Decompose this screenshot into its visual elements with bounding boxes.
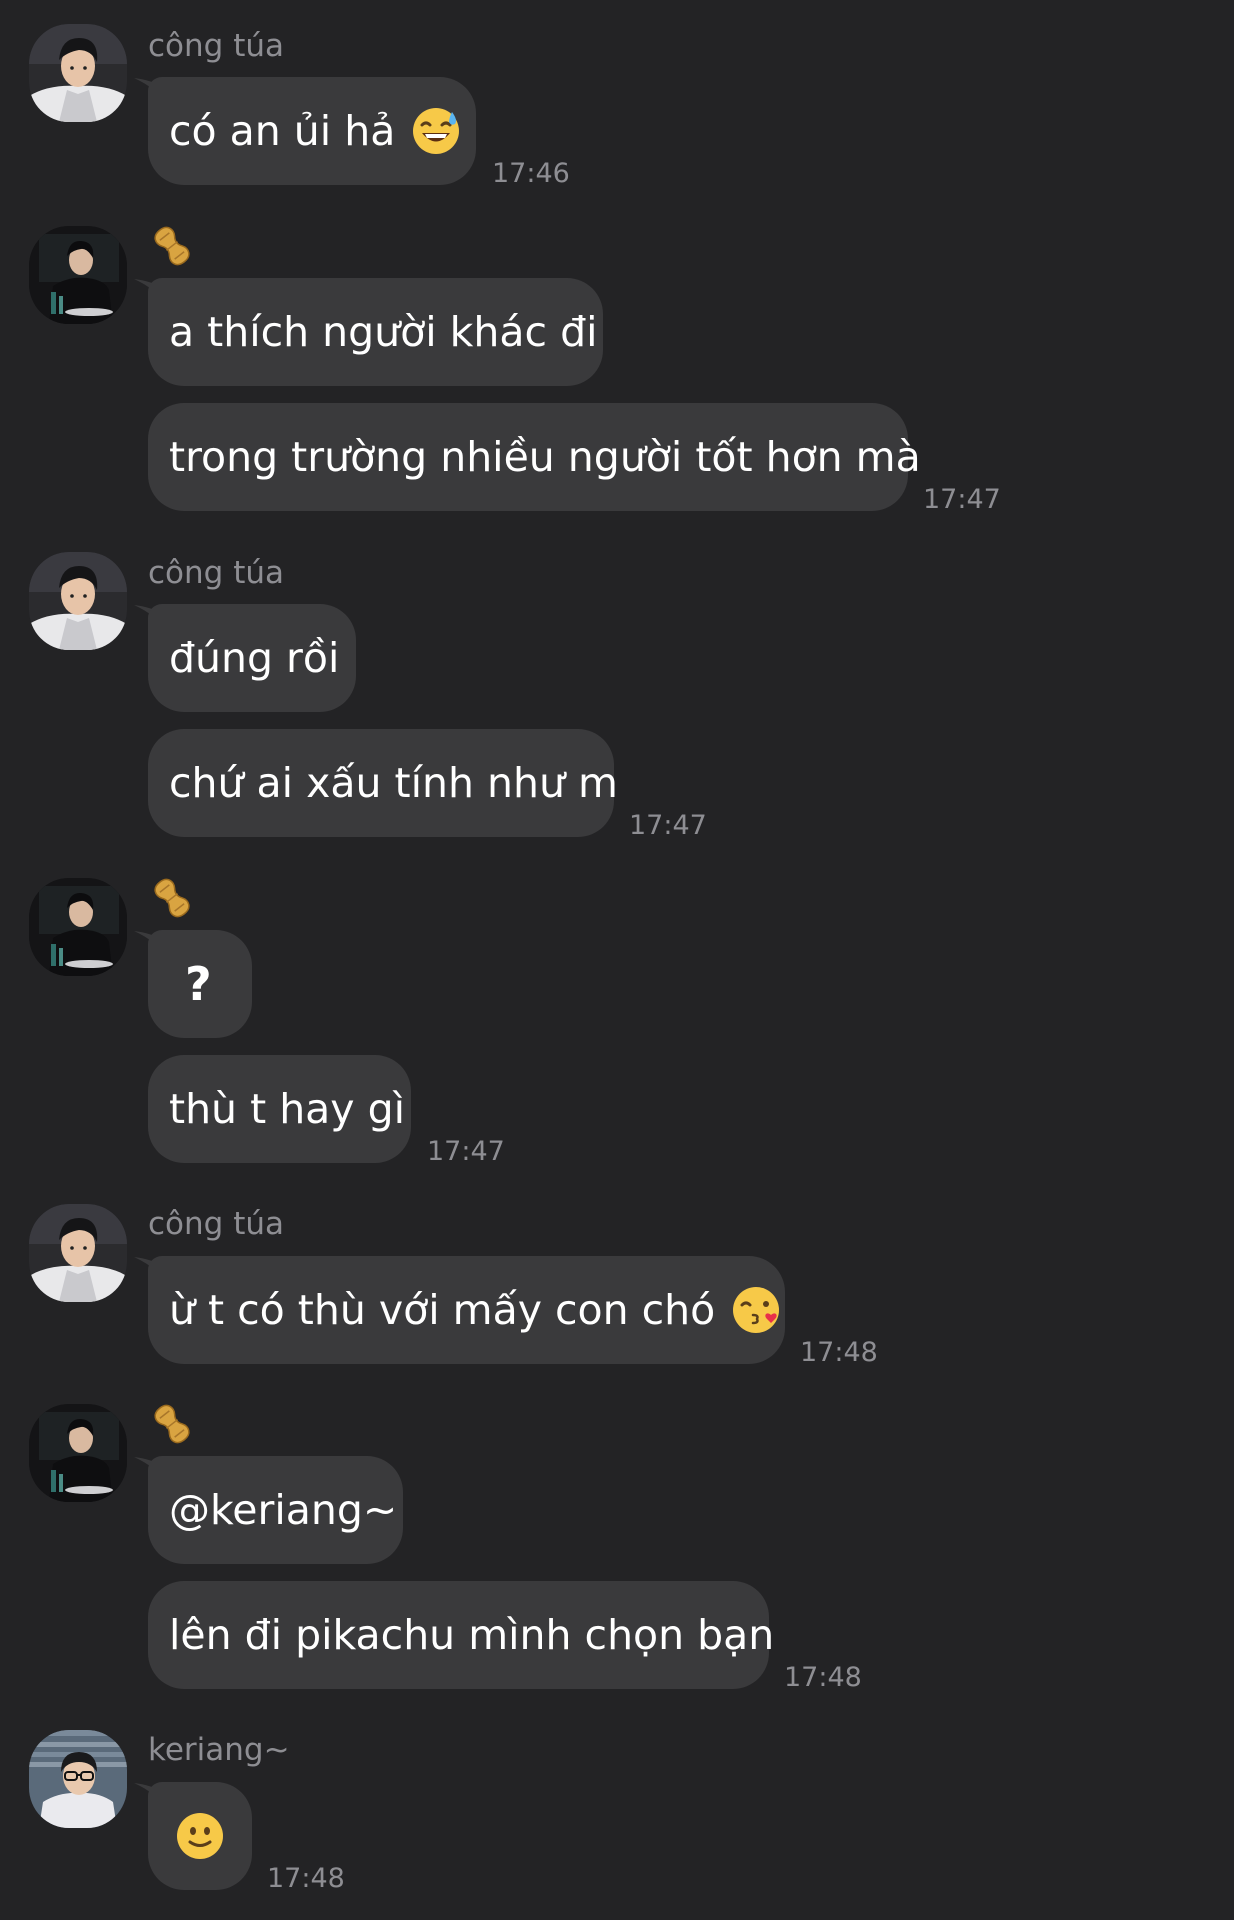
message-bubble[interactable]: lên đi pikachu mình chọn bạn	[148, 1581, 774, 1689]
message-bubble[interactable]: có an ủi hả	[148, 77, 476, 185]
message-bubble[interactable]	[148, 1782, 252, 1890]
message-text: thù t hay gì	[169, 1085, 406, 1133]
slightly-smiling-emoji	[175, 1811, 225, 1861]
message-bubble[interactable]: @keriang~	[148, 1456, 403, 1564]
peanut-icon	[150, 224, 194, 268]
message-bubble[interactable]: thù t hay gì	[148, 1055, 411, 1163]
message-bubble[interactable]: trong trường nhiều người tốt hơn mà	[148, 403, 921, 511]
message-bubble[interactable]: a thích người khác đi	[148, 278, 603, 386]
message-timestamp: 17:47	[427, 1136, 505, 1167]
avatar[interactable]	[29, 1404, 127, 1502]
message-bubble[interactable]: đúng rồi	[148, 604, 356, 712]
sender-name: công túa	[148, 28, 284, 64]
message-timestamp: 17:48	[267, 1863, 345, 1894]
message-bubble[interactable]: ừ t có thù với mấy con chó	[148, 1256, 785, 1364]
peanut-icon	[150, 876, 194, 920]
avatar[interactable]	[29, 552, 127, 650]
avatar[interactable]	[29, 1730, 127, 1828]
sender-name: keriang~	[148, 1732, 290, 1768]
avatar[interactable]	[29, 878, 127, 976]
sender-name: công túa	[148, 1206, 284, 1242]
message-text: ?	[185, 957, 212, 1011]
message-timestamp: 17:48	[800, 1337, 878, 1368]
message-text: có an ủi hả	[169, 107, 396, 155]
kissing-heart-emoji	[731, 1285, 781, 1335]
message-text: lên đi pikachu mình chọn bạn	[169, 1611, 775, 1659]
avatar[interactable]	[29, 24, 127, 122]
message-text: đúng rồi	[169, 634, 340, 682]
message-text: ừ t có thù với mấy con chó	[169, 1286, 716, 1334]
message-text: a thích người khác đi	[169, 308, 598, 356]
sender-name: công túa	[148, 555, 284, 591]
grinning-sweat-emoji	[411, 106, 461, 156]
message-bubble[interactable]: chứ ai xấu tính như m	[148, 729, 618, 837]
peanut-icon	[150, 1402, 194, 1446]
avatar[interactable]	[29, 226, 127, 324]
message-timestamp: 17:47	[923, 484, 1001, 515]
avatar[interactable]	[29, 1204, 127, 1302]
message-bubble[interactable]: ?	[148, 930, 252, 1038]
message-timestamp: 17:47	[629, 810, 707, 841]
message-text: @keriang~	[169, 1486, 398, 1534]
message-timestamp: 17:48	[784, 1662, 862, 1693]
chat-message-list[interactable]: công túa có an ủi hả 17:46 a thích người…	[0, 0, 1234, 1920]
message-timestamp: 17:46	[492, 158, 570, 189]
message-text: trong trường nhiều người tốt hơn mà	[169, 433, 921, 481]
message-text: chứ ai xấu tính như m	[169, 759, 618, 807]
